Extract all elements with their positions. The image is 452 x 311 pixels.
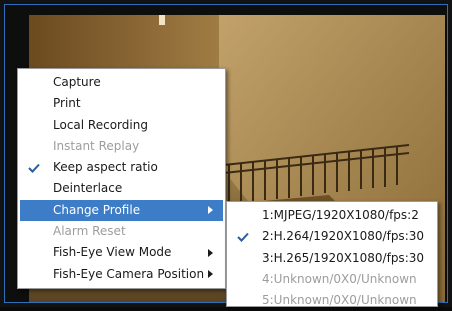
menu-item-label: Fish-Eye View Mode — [53, 245, 172, 260]
menu-item-label: Fish-Eye Camera Position — [53, 266, 205, 281]
check-icon — [233, 226, 253, 247]
profile-item-4[interactable]: 4:Unknown/0X0/Unknown — [229, 269, 435, 290]
menu-item-label: Alarm Reset — [53, 224, 126, 239]
menu-item-capture[interactable]: Capture — [20, 72, 223, 93]
menu-item-label: Change Profile — [53, 202, 141, 217]
menu-item-keep-aspect-ratio[interactable]: Keep aspect ratio — [20, 157, 223, 178]
context-menu: Capture Print Local Recording Instant Re… — [17, 68, 226, 289]
menu-item-local-recording[interactable]: Local Recording — [20, 115, 223, 136]
menu-item-fish-eye-camera-position[interactable]: Fish-Eye Camera Position — [20, 264, 223, 285]
menu-item-alarm-reset[interactable]: Alarm Reset — [20, 221, 223, 242]
menu-item-label: Print — [53, 96, 81, 111]
chevron-right-icon — [208, 242, 213, 263]
profile-item-3[interactable]: 3:H.265/1920X1080/fps:30 — [229, 248, 435, 269]
profile-label: 4:Unknown/0X0/Unknown — [262, 271, 417, 286]
profile-label: 3:H.265/1920X1080/fps:30 — [262, 250, 424, 265]
profile-label: 2:H.264/1920X1080/fps:30 — [262, 229, 424, 244]
profile-item-5[interactable]: 5:Unknown/0X0/Unknown — [229, 290, 435, 311]
menu-item-fish-eye-view-mode[interactable]: Fish-Eye View Mode — [20, 242, 223, 263]
menu-item-label: Deinterlace — [53, 181, 123, 196]
profile-label: 5:Unknown/0X0/Unknown — [262, 293, 417, 308]
check-icon — [24, 157, 44, 178]
menu-item-label: Keep aspect ratio — [53, 160, 158, 175]
menu-item-instant-replay[interactable]: Instant Replay — [20, 136, 223, 157]
chevron-right-icon — [208, 264, 213, 285]
profile-item-2[interactable]: 2:H.264/1920X1080/fps:30 — [229, 226, 435, 247]
profile-item-1[interactable]: 1:MJPEG/1920X1080/fps:2 — [229, 205, 435, 226]
chevron-right-icon — [208, 200, 213, 221]
menu-item-deinterlace[interactable]: Deinterlace — [20, 178, 223, 199]
menu-item-label: Local Recording — [53, 117, 148, 132]
menu-item-label: Instant Replay — [53, 138, 140, 153]
profile-submenu: 1:MJPEG/1920X1080/fps:2 2:H.264/1920X108… — [226, 201, 438, 307]
menu-item-label: Capture — [53, 75, 101, 89]
profile-label: 1:MJPEG/1920X1080/fps:2 — [262, 208, 419, 222]
menu-item-print[interactable]: Print — [20, 93, 223, 114]
menu-item-change-profile[interactable]: Change Profile — [20, 199, 223, 222]
